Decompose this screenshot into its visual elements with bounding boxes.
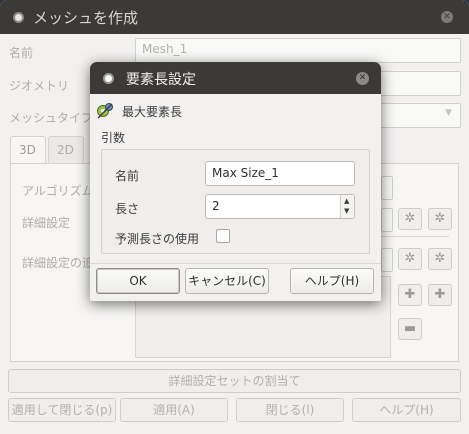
hypothesis-type-label: 最大要素長 <box>122 105 183 119</box>
hypothesis-label: 詳細設定 <box>22 216 71 230</box>
ok-button[interactable]: OK <box>96 268 180 294</box>
new-hypothesis-icon[interactable]: ✲ <box>428 208 452 230</box>
plus-icon[interactable]: ✚ <box>398 284 422 306</box>
mesh-type-select[interactable]: ▼ <box>379 103 461 128</box>
minus-icon[interactable]: ▬ <box>398 318 422 340</box>
hypothesis-select[interactable] <box>381 208 393 232</box>
window-titlebar: メッシュを作成 ✕ <box>0 0 469 34</box>
tab-3d[interactable]: 3D <box>10 136 46 164</box>
element-size-dialog: 要素長設定 ✕ 最大要素長 引数 名前 Max Size_1 長さ 2 ▲ ▼ … <box>90 62 381 301</box>
spin-up-icon[interactable]: ▲ <box>344 197 349 205</box>
use-preestimated-label: 予測長さの使用 <box>115 232 200 246</box>
window-icon <box>13 12 24 23</box>
additional-hypothesis-select[interactable] <box>381 248 393 272</box>
plus-icon[interactable]: ✚ <box>428 284 452 306</box>
tab-2d[interactable]: 2D <box>48 136 84 164</box>
mesh-type-label: メッシュタイプ <box>9 111 94 125</box>
assign-hypothesis-set-button[interactable]: 詳細設定セットの割当て <box>8 369 461 393</box>
hypothesis-name-input[interactable]: Max Size_1 <box>205 161 355 186</box>
window-title: メッシュを作成 <box>33 9 139 27</box>
close-icon[interactable]: ✕ <box>441 11 453 23</box>
hypothesis-gear-icon <box>97 103 113 119</box>
edit-additional-hypothesis-icon[interactable]: ✲ <box>398 248 422 270</box>
dialog-titlebar: 要素長設定 ✕ <box>90 62 381 94</box>
name-label: 名前 <box>9 46 34 60</box>
arguments-label: 引数 <box>101 131 126 145</box>
ok-label: OK <box>129 274 147 288</box>
cancel-button[interactable]: キャンセル(C) <box>185 268 269 294</box>
dialog-title: 要素長設定 <box>126 72 196 88</box>
mesh-name-input[interactable]: Mesh_1 <box>135 38 461 63</box>
length-spinbox[interactable]: 2 ▲ ▼ <box>205 194 355 219</box>
help-button[interactable]: ヘルプ(H) <box>352 398 461 422</box>
spinner[interactable]: ▲ ▼ <box>340 195 354 218</box>
apply-button[interactable]: 適用(A) <box>120 398 228 422</box>
apply-and-close-button[interactable]: 適用して閉じる(p) <box>8 398 116 422</box>
dialog-separator <box>90 263 381 264</box>
close-icon[interactable]: ✕ <box>356 72 369 85</box>
new-additional-hypothesis-icon[interactable]: ✲ <box>428 248 452 270</box>
use-preestimated-checkbox[interactable] <box>216 229 230 243</box>
geometry-input[interactable] <box>379 71 461 96</box>
algorithm-select[interactable] <box>381 176 393 200</box>
help-button[interactable]: ヘルプ(H) <box>290 268 374 294</box>
spin-down-icon[interactable]: ▼ <box>344 207 349 215</box>
chevron-down-icon: ▼ <box>445 108 452 118</box>
close-button[interactable]: 閉じる(l) <box>236 398 344 422</box>
algorithm-label: アルゴリズム <box>22 184 94 198</box>
length-label: 長さ <box>115 202 140 216</box>
edit-hypothesis-icon[interactable]: ✲ <box>398 208 422 230</box>
dialog-icon <box>103 73 114 84</box>
hypothesis-name-label: 名前 <box>115 169 140 183</box>
length-value: 2 <box>212 199 220 213</box>
arguments-group: 名前 Max Size_1 長さ 2 ▲ ▼ 予測長さの使用 <box>101 149 370 254</box>
geometry-label: ジオメトリ <box>9 79 70 93</box>
